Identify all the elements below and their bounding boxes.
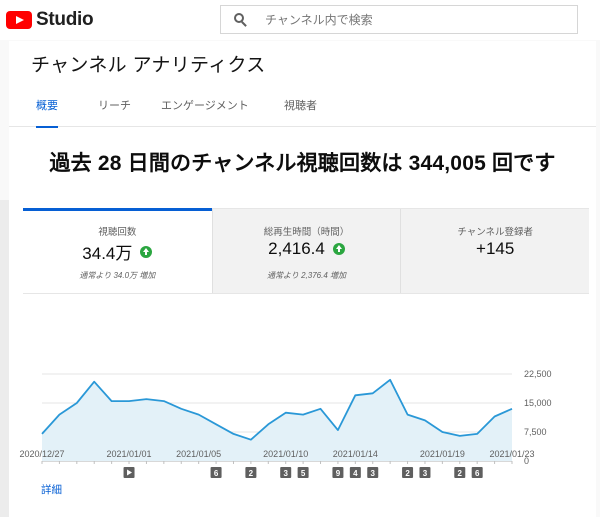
tab-label: 概要 [36,100,58,112]
metric-label: 視聴回数 [98,227,137,238]
youtube-play-icon [6,11,32,29]
x-tick-label: 2021/01/19 [420,449,465,459]
x-tick-label: 2021/01/23 [489,449,534,459]
x-tick-label: 2020/12/27 [19,449,64,459]
video-marker-count: 2 [249,469,254,478]
tab-bar: 概要 リーチ エンゲージメント 視聴者 [9,99,596,128]
x-tick-label: 2021/01/14 [333,449,378,459]
video-marker-count: 3 [283,469,288,478]
tab-label: リーチ [98,100,131,112]
search-icon [234,12,248,27]
page-title: チャンネル アナリティクス [31,55,266,76]
analytics-card: チャンネル アナリティクス 概要 リーチ エンゲージメント 視聴者 過去 28 … [9,41,596,517]
video-marker-count: 3 [423,469,428,478]
metric-views[interactable]: 視聴回数 34.4万 通常より 34.0万 増加 [23,208,212,293]
x-tick-label: 2021/01/01 [107,449,152,459]
x-tick-label: 2021/01/10 [263,449,308,459]
metric-value: +145 [476,239,515,258]
y-tick-label: 7,500 [524,427,547,437]
video-marker-count: 4 [353,469,358,478]
headline: 過去 28 日間のチャンネル視聴回数は 344,005 回です [49,152,556,175]
tab-audience[interactable]: 視聴者 [284,99,317,127]
video-marker-count: 6 [214,469,219,478]
video-marker-count: 9 [336,469,341,478]
search-box[interactable] [220,5,578,34]
video-marker-count: 6 [475,469,480,478]
video-marker-count: 2 [458,469,463,478]
metric-comparison: 通常より 2,376.4 増加 [267,271,346,280]
x-axis-labels: 2020/12/27 2021/01/01 2021/01/05 2021/01/10… [19,449,534,459]
app-name: Studio [36,9,94,30]
metric-value: 34.4万 [82,244,133,263]
left-panel-edge [0,200,9,517]
active-tab-indicator [36,126,58,128]
tab-engagement[interactable]: エンゲージメント [161,99,249,127]
video-marker-count: 5 [301,469,306,478]
tab-overview[interactable]: 概要 [36,99,58,128]
metric-subscribers[interactable]: チャンネル登録者 +145 [400,209,590,293]
metric-label: チャンネル登録者 [457,227,534,238]
trend-up-icon [332,243,345,255]
metric-value: 2,416.4 [268,239,325,258]
metric-label: 総再生時間（時間） [263,227,350,238]
x-tick-label: 2021/01/05 [176,449,221,459]
video-marker-count: 3 [371,469,376,478]
studio-logo[interactable]: Studio [6,9,94,31]
tab-label: エンゲージメント [161,100,249,112]
tab-reach[interactable]: リーチ [98,99,131,127]
tab-label: 視聴者 [284,100,317,112]
see-more-link[interactable]: 詳細 [41,482,62,497]
search-input[interactable] [265,12,515,27]
metric-watch-time[interactable]: 総再生時間（時間） 2,416.4 通常より 2,376.4 増加 [211,209,401,293]
trend-up-icon [140,245,153,258]
metric-comparison: 通常より 34.0万 増加 [79,271,156,280]
video-marker-count: 2 [405,469,410,478]
metric-cards: 視聴回数 34.4万 通常より 34.0万 増加 総再生時間（時間） 2,416… [23,208,590,294]
y-tick-label: 22,500 [524,369,552,379]
top-bar: Studio [0,0,600,40]
y-tick-label: 15,000 [524,398,552,408]
